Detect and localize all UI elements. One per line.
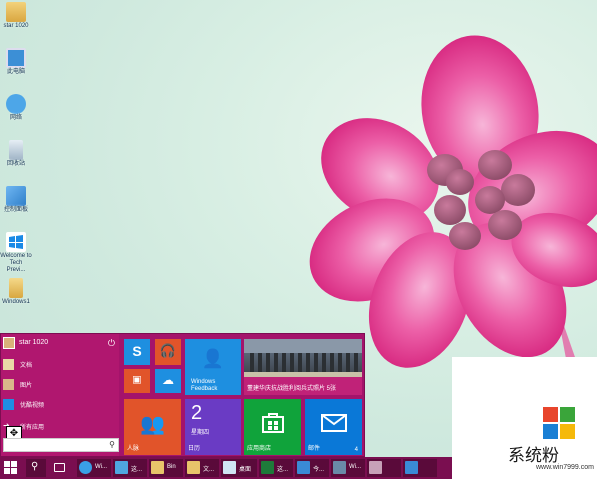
watermark-panel: 系统粉 www.win7999.com xyxy=(452,357,597,479)
app-icon xyxy=(405,461,418,474)
tile-store[interactable]: 应用商店 xyxy=(244,399,301,455)
tile-video[interactable]: ▣ xyxy=(124,369,150,393)
start-button[interactable] xyxy=(2,459,20,477)
app-icon xyxy=(333,461,346,474)
network-icon xyxy=(6,94,26,114)
windows-logo-icon xyxy=(6,232,26,252)
video-icon: ▣ xyxy=(132,374,142,386)
start-menu-left-pane: star 1020 ⏻ 文档 图片 优酷视频 ➜ 所有应用 ✥ ⚲ xyxy=(1,334,119,456)
taskbar-item-app4[interactable] xyxy=(403,459,437,477)
taskbar-item-this-pc[interactable]: 这... xyxy=(113,459,147,477)
taskbar-item-app2[interactable]: Wi... xyxy=(331,459,365,477)
calendar-weekday: 星期四 xyxy=(191,430,210,436)
user-folder-icon xyxy=(6,2,26,22)
video-icon xyxy=(3,399,14,410)
news-photo xyxy=(244,339,362,377)
app-icon xyxy=(297,461,310,474)
people-icon: 👥 xyxy=(140,413,165,436)
start-windows-icon xyxy=(4,461,18,477)
watermark-title: 系统粉 xyxy=(508,446,559,466)
feedback-icon: 👤 xyxy=(201,348,225,369)
mail-icon xyxy=(320,414,347,434)
taskbar-item-excel[interactable]: 这... xyxy=(259,459,293,477)
taskbar-item-app3[interactable] xyxy=(367,459,401,477)
taskbar-item-app1[interactable]: 今... xyxy=(295,459,329,477)
taskbar-item-docs[interactable]: 文... xyxy=(185,459,219,477)
tile-calendar[interactable]: 2 星期四 日历 xyxy=(185,399,241,455)
taskbar-item-bin[interactable]: Bin xyxy=(149,459,183,477)
start-menu: star 1020 ⏻ 文档 图片 优酷视频 ➜ 所有应用 ✥ ⚲ S 🎧 ▣ xyxy=(0,333,365,457)
mail-count: 4 xyxy=(354,447,358,453)
ie-icon xyxy=(79,461,92,474)
desktop-icon-folder[interactable]: Windows1 xyxy=(0,278,32,306)
search-icon: ⚲ xyxy=(31,461,39,472)
desktop-icon-network[interactable]: 网络 xyxy=(0,94,32,122)
pictures-icon xyxy=(3,379,14,390)
headphones-icon: 🎧 xyxy=(159,342,177,358)
watermark-url: www.win7999.com xyxy=(536,464,594,471)
taskbar-search-button[interactable]: ⚲ xyxy=(26,459,46,477)
power-icon[interactable]: ⏻ xyxy=(108,338,115,349)
task-view-icon xyxy=(54,463,65,472)
tile-onedrive[interactable]: ☁ xyxy=(155,369,181,393)
folder-icon xyxy=(187,461,200,474)
recycle-bin-icon xyxy=(9,140,23,160)
user-account[interactable]: star 1020 ⏻ xyxy=(3,337,117,351)
folder-icon xyxy=(9,278,23,298)
desktop-icon-control-panel[interactable]: 控制面板 xyxy=(0,186,32,214)
desktop-icon xyxy=(223,461,236,474)
desktop-icon-welcome[interactable]: Welcome to Tech Previ... xyxy=(0,232,32,274)
taskbar-item-desktop[interactable]: 桌面 xyxy=(221,459,257,477)
excel-icon xyxy=(261,461,274,474)
tile-windows-feedback[interactable]: 👤 Windows Feedback xyxy=(185,339,241,395)
tile-mail[interactable]: 邮件 4 xyxy=(305,399,362,455)
desktop-icon-this-pc[interactable]: 此电脑 xyxy=(0,48,32,76)
control-panel-icon xyxy=(6,186,26,206)
folder-icon xyxy=(151,461,164,474)
skype-icon: S xyxy=(132,342,142,359)
tile-people[interactable]: 👥 人脉 xyxy=(124,399,181,455)
computer-icon xyxy=(6,48,26,68)
avatar xyxy=(3,337,15,349)
this-pc-icon xyxy=(115,461,128,474)
menu-item-documents[interactable]: 文档 xyxy=(3,358,115,372)
documents-icon xyxy=(3,359,14,370)
calendar-day: 2 xyxy=(191,402,203,424)
desktop-icon-user[interactable]: star 1020 xyxy=(0,2,32,30)
desktop-icon-recycle-bin[interactable]: 回收站 xyxy=(0,140,32,168)
tile-news[interactable]: 董建华庆抗战胜利阅兵式照片 5张 xyxy=(244,339,362,395)
tile-music[interactable]: 🎧 xyxy=(155,339,181,365)
windows-logo-icon xyxy=(543,407,575,439)
task-view-button[interactable] xyxy=(50,459,70,477)
taskbar-item-ie[interactable]: Wi... xyxy=(77,459,111,477)
menu-item-pictures[interactable]: 图片 xyxy=(3,378,115,392)
user-name: star 1020 xyxy=(19,339,49,346)
menu-item-youku[interactable]: 优酷视频 xyxy=(3,398,115,412)
search-input[interactable]: ⚲ xyxy=(3,438,119,452)
app-icon xyxy=(369,461,382,474)
store-bag-icon xyxy=(261,413,284,435)
cloud-icon: ☁ xyxy=(162,372,174,387)
search-icon: ⚲ xyxy=(109,440,115,449)
tile-skype[interactable]: S xyxy=(124,339,150,365)
